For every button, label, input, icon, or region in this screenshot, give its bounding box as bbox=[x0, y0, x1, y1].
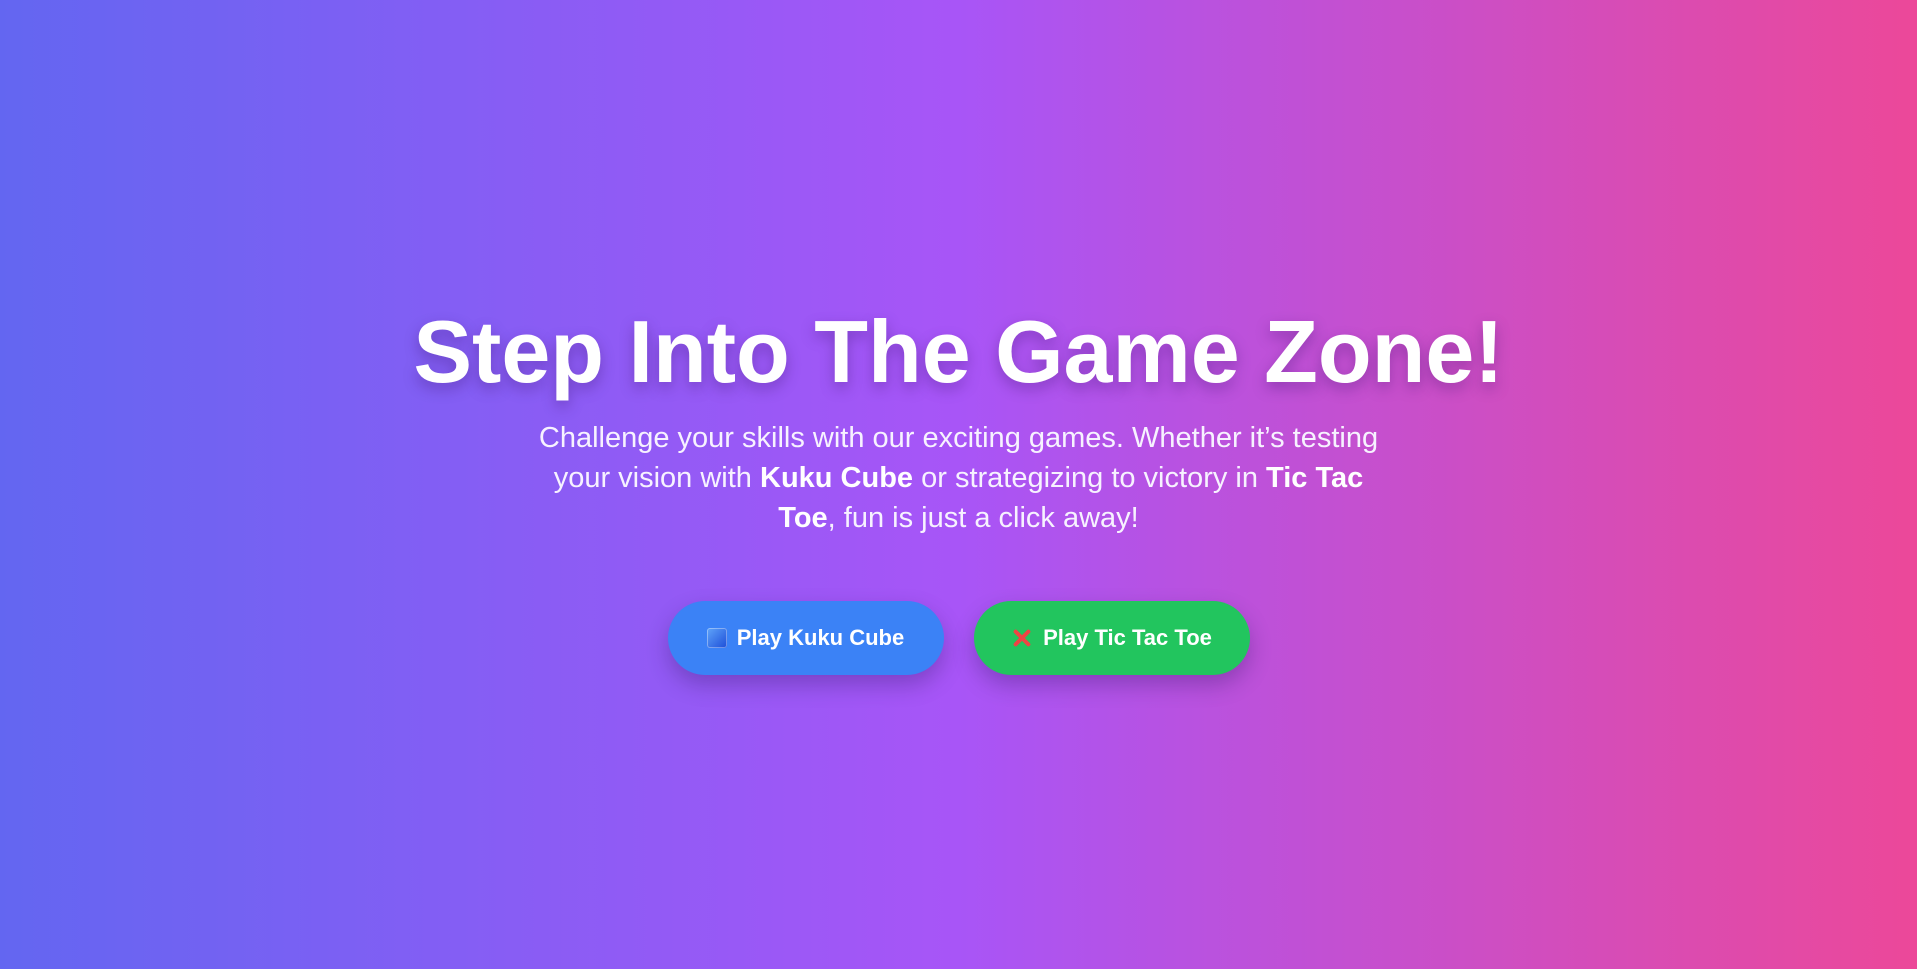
play-tic-tac-toe-label: Play Tic Tac Toe bbox=[1043, 625, 1212, 650]
play-kuku-cube-label: Play Kuku Cube bbox=[736, 625, 905, 650]
play-tic-tac-toe-button[interactable]: Play Tic Tac Toe bbox=[973, 601, 1250, 675]
kuku-cube-highlight: Kuku Cube bbox=[760, 462, 914, 494]
description-text-2: or strategizing to victory in bbox=[913, 462, 1267, 494]
description-text-3: , fun is just a click away! bbox=[827, 502, 1139, 534]
red-x-icon bbox=[1011, 627, 1033, 649]
blue-square-icon bbox=[706, 628, 727, 648]
hero-title: Step Into The Game Zone! bbox=[413, 302, 1504, 401]
hero-description: Challenge your skills with our exciting … bbox=[529, 418, 1389, 538]
play-kuku-cube-button[interactable]: Play Kuku Cube bbox=[667, 601, 944, 675]
game-buttons: Play Kuku Cube Play Tic Tac Toe bbox=[667, 601, 1250, 675]
hero-section: Step Into The Game Zone! Challenge your … bbox=[0, 0, 1917, 969]
